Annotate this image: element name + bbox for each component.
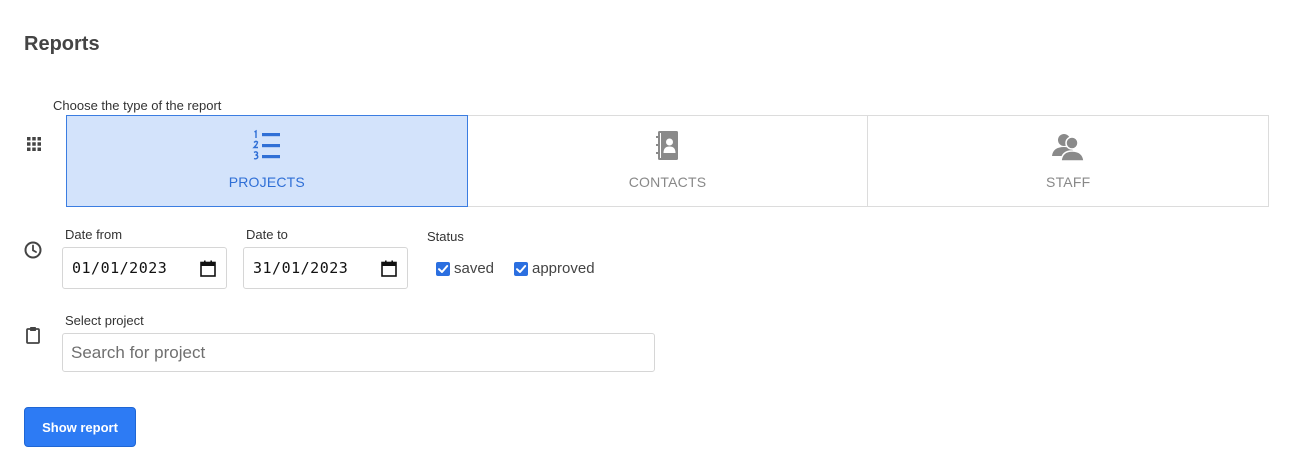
status-label: Status — [427, 229, 464, 244]
users-icon — [1052, 134, 1086, 162]
saved-label: saved — [454, 260, 495, 277]
show-report-button[interactable]: Show report — [24, 407, 136, 447]
report-type-staff[interactable]: STAFF — [867, 115, 1270, 207]
check-icon — [516, 264, 527, 273]
page-title: Reports — [24, 33, 100, 55]
status-approved-option[interactable]: approved — [514, 260, 595, 277]
report-type-contacts[interactable]: CONTACTS — [466, 115, 869, 207]
status-saved-option[interactable]: saved — [436, 260, 494, 277]
grid-icon — [27, 137, 41, 151]
clipboard-icon — [26, 327, 40, 344]
date-to-input[interactable]: 31/01/2023 — [243, 247, 408, 289]
clock-icon — [24, 241, 42, 259]
numbered-list-icon — [252, 129, 280, 160]
calendar-icon[interactable] — [381, 260, 397, 277]
report-type-projects[interactable]: PROJECTS — [66, 115, 468, 207]
contacts-book-icon — [655, 131, 678, 160]
reports-page: Reports Choose the type of the report PR… — [0, 0, 1297, 472]
select-project-label: Select project — [65, 313, 144, 328]
check-icon — [438, 264, 449, 273]
report-type-label: Choose the type of the report — [53, 98, 222, 113]
approved-label: approved — [532, 260, 595, 277]
date-from-input[interactable]: 01/01/2023 — [62, 247, 227, 289]
date-from-value: 01/01/2023 — [72, 259, 168, 277]
saved-checkbox[interactable] — [436, 261, 450, 276]
approved-checkbox[interactable] — [514, 261, 528, 276]
report-type-selector: PROJECTS CONTACTS STAFF — [66, 115, 1270, 207]
project-search-input[interactable] — [62, 333, 655, 372]
date-to-value: 31/01/2023 — [253, 259, 349, 277]
date-to-label: Date to — [246, 227, 288, 242]
report-type-label-projects: PROJECTS — [228, 174, 305, 190]
date-from-label: Date from — [65, 227, 123, 242]
report-type-label-contacts: CONTACTS — [628, 174, 707, 190]
calendar-icon[interactable] — [200, 260, 216, 277]
report-type-label-staff: STAFF — [1046, 174, 1091, 190]
